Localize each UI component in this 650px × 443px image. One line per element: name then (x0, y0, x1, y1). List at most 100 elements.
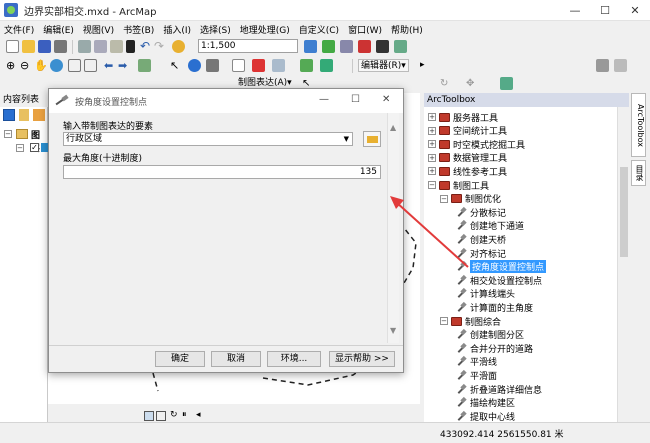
fixed-zoom-in-icon[interactable] (68, 59, 81, 72)
menu-help[interactable]: 帮助(H) (391, 23, 423, 36)
tree-expander[interactable]: − (428, 181, 436, 189)
save-icon[interactable] (38, 40, 51, 53)
modelbuilder-icon[interactable] (394, 40, 407, 53)
html-popup-icon[interactable] (272, 59, 285, 72)
tool-item[interactable]: 计算面的主角度 (456, 300, 533, 314)
table-of-contents-icon[interactable] (322, 40, 335, 53)
editor-menu[interactable]: 编辑器(R)▾ (358, 59, 409, 72)
tool-item[interactable]: 创建制图分区 (456, 328, 524, 342)
rotate-icon[interactable]: ↻ (440, 77, 453, 90)
toolset-item[interactable]: + 线性参考工具 (428, 164, 507, 178)
chevron-down-icon[interactable]: ▼ (344, 133, 349, 145)
sketch-tool-icon[interactable] (596, 59, 609, 72)
tool-item[interactable]: 计算线端头 (456, 287, 515, 301)
toolbox-scroll-thumb[interactable] (620, 167, 628, 257)
print-icon[interactable] (54, 40, 67, 53)
scroll-down-icon[interactable]: ▼ (390, 326, 396, 335)
show-help-button[interactable]: 显示帮助 >> (329, 351, 395, 367)
minimize-button[interactable]: — (560, 0, 590, 21)
select-elements-icon[interactable]: ↖ (170, 59, 183, 72)
browse-folder-button[interactable] (363, 131, 381, 147)
menu-file[interactable]: 文件(F) (4, 23, 34, 36)
identify-icon[interactable] (188, 59, 201, 72)
layout-view-icon[interactable] (156, 411, 166, 421)
tool-item[interactable]: 折叠道路详细信息 (456, 382, 542, 396)
layer-expander[interactable]: − (16, 144, 24, 152)
back-icon[interactable]: ⬅ (104, 59, 117, 72)
maximize-button[interactable]: ☐ (590, 0, 620, 21)
representation-properties-icon[interactable] (500, 77, 513, 90)
tool-item[interactable]: 描绘构建区 (456, 396, 515, 410)
tree-expander[interactable]: + (428, 167, 436, 176)
menu-customize[interactable]: 自定义(C) (299, 23, 339, 36)
hyperlink-icon[interactable] (252, 59, 265, 72)
tool-item[interactable]: 平滑面 (456, 368, 497, 382)
list-by-visibility-icon[interactable] (33, 109, 45, 121)
layers-expander[interactable]: − (4, 130, 12, 138)
scroll-left-icon[interactable]: ◂ (196, 410, 201, 420)
edit-tool-icon[interactable]: ▸ (420, 59, 433, 72)
data-view-icon[interactable] (144, 411, 154, 421)
toolset-item[interactable]: − 制图综合 (440, 314, 501, 328)
tree-expander[interactable]: + (428, 140, 436, 149)
menu-edit[interactable]: 编辑(E) (43, 23, 74, 36)
toolset-item[interactable]: + 数据管理工具 (428, 151, 507, 165)
move-icon[interactable]: ✥ (466, 77, 479, 90)
ok-button[interactable]: 确定 (155, 351, 205, 367)
layer-visibility-checkbox[interactable]: ✓ (30, 143, 39, 152)
forward-icon[interactable]: ➡ (118, 59, 131, 72)
toolset-item[interactable]: + 服务器工具 (428, 110, 498, 124)
refresh-icon[interactable]: ↻ (170, 410, 178, 420)
environments-button[interactable]: 环境... (267, 351, 321, 367)
new-document-icon[interactable] (6, 40, 19, 53)
menu-selection[interactable]: 选择(S) (200, 23, 231, 36)
tree-expander[interactable]: + (428, 113, 436, 121)
close-button[interactable]: ✕ (620, 0, 650, 21)
arctoolbox-icon[interactable] (358, 40, 371, 53)
pause-icon[interactable]: ⏸ (182, 410, 187, 420)
tree-expander[interactable]: + (428, 126, 436, 135)
python-window-icon[interactable] (376, 40, 389, 53)
select-features-icon[interactable] (138, 59, 151, 72)
scroll-up-icon[interactable]: ▲ (390, 123, 396, 132)
zoom-out-icon[interactable]: ⊖ (20, 59, 33, 72)
find-icon[interactable] (206, 59, 219, 72)
catalog-side-tab[interactable]: 目录 (631, 160, 646, 186)
list-by-source-icon[interactable] (19, 109, 29, 121)
cancel-button[interactable]: 取消 (211, 351, 261, 367)
tree-expander[interactable]: − (440, 317, 448, 325)
menu-windows[interactable]: 窗口(W) (348, 23, 382, 36)
list-by-drawing-order-icon[interactable] (3, 109, 15, 121)
menu-geoprocessing[interactable]: 地理处理(G) (240, 23, 290, 36)
catalog-icon[interactable] (340, 40, 353, 53)
max-angle-input[interactable]: 135 (63, 165, 381, 179)
menu-bookmarks[interactable]: 书签(B) (123, 23, 154, 36)
cut-icon[interactable] (78, 40, 91, 53)
dialog-maximize-button[interactable]: ☐ (351, 94, 360, 105)
dialog-minimize-button[interactable]: — (319, 94, 329, 105)
tool-item[interactable]: 相交处设置控制点 (456, 273, 542, 287)
menu-insert[interactable]: 插入(I) (163, 23, 191, 36)
scale-input[interactable]: 1:1,500 (198, 39, 298, 53)
toolbox-scrollbar[interactable] (617, 107, 629, 422)
tool-item[interactable]: 合并分开的道路 (456, 341, 533, 355)
attributes-icon[interactable] (614, 59, 627, 72)
editor-toolbar-icon[interactable] (304, 40, 317, 53)
arctoolbox-side-tab[interactable]: ArcToolbox (631, 93, 646, 157)
add-data-icon[interactable] (172, 40, 185, 53)
redo-icon[interactable]: ↷ (154, 40, 167, 53)
undo-icon[interactable]: ↶ (140, 40, 153, 53)
input-features-dropdown[interactable]: 行政区域 ▼ (63, 132, 353, 146)
pan-icon[interactable]: ✋ (34, 59, 48, 72)
tool-item[interactable]: 平滑线 (456, 355, 497, 369)
tool-item[interactable]: 提取中心线 (456, 409, 515, 422)
menu-view[interactable]: 视图(V) (83, 23, 114, 36)
open-folder-icon[interactable] (22, 40, 35, 53)
zoom-in-icon[interactable]: ⊕ (6, 59, 19, 72)
paste-icon[interactable] (110, 40, 123, 53)
dialog-close-button[interactable]: ✕ (382, 94, 390, 105)
toolset-item[interactable]: + 时空模式挖掘工具 (428, 137, 525, 151)
time-slider-icon[interactable] (300, 59, 313, 72)
copy-icon[interactable] (94, 40, 107, 53)
delete-icon[interactable] (126, 40, 135, 53)
